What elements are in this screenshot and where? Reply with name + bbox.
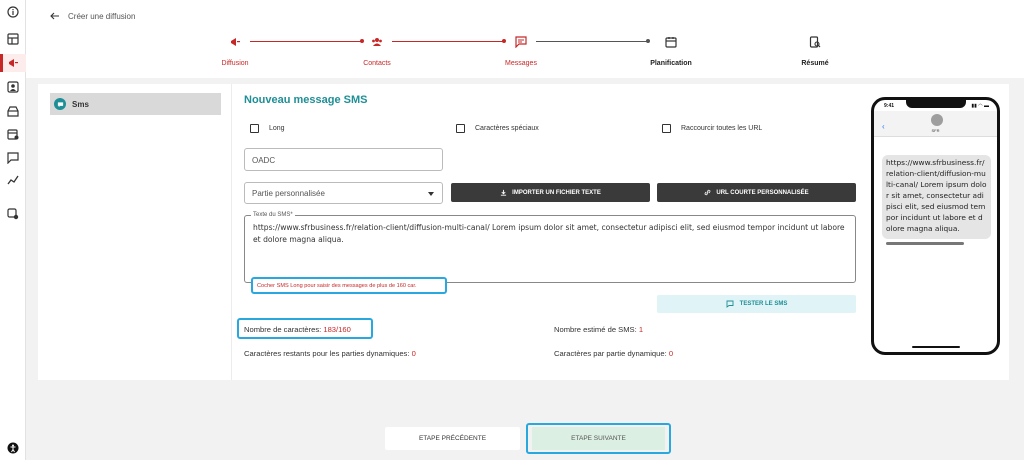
step-planification[interactable]: Planification: [641, 34, 701, 67]
step-resume[interactable]: Résumé: [785, 34, 845, 67]
checkbox-box[interactable]: [250, 124, 259, 133]
caret-down-icon: [428, 192, 434, 196]
checkbox-label: Caractères spéciaux: [475, 125, 539, 132]
back-link[interactable]: Créer une diffusion: [50, 11, 135, 21]
channel-list: Sms: [38, 84, 232, 380]
remaining-chars: Caractères restants pour les parties dyn…: [244, 349, 416, 358]
sms-bubble: https://www.sfrbusiness.fr/relation-clie…: [882, 155, 991, 239]
custom-short-url-button[interactable]: URL COURTE PERSONNALISÉE: [657, 183, 856, 202]
phone-contact-name: SFR: [931, 128, 940, 133]
remaining-value: 0: [411, 349, 416, 358]
next-step-button[interactable]: ETAPE SUIVANTE: [532, 427, 665, 450]
oadc-placeholder: OADC: [252, 156, 276, 165]
step-label: Résumé: [801, 60, 829, 67]
checkbox-long[interactable]: Long: [250, 124, 285, 133]
accessibility-icon[interactable]: [5, 440, 21, 456]
contact-card-icon[interactable]: [5, 79, 21, 95]
per-part-value: 0: [668, 349, 674, 358]
avatar: [931, 114, 943, 126]
phone-conversation-header: ‹ SFR: [874, 111, 997, 137]
calendar-icon: [663, 34, 679, 50]
next-step-highlight: ETAPE SUIVANTE: [526, 423, 671, 454]
channel-item-sms[interactable]: Sms: [50, 93, 221, 115]
long-sms-warning: Cocher SMS Long pour saisir des messages…: [251, 277, 447, 294]
phone-time: 9:41: [884, 103, 895, 109]
sms-text-value[interactable]: https://www.sfrbusiness.fr/relation-clie…: [253, 222, 847, 246]
checkbox-label: Long: [269, 125, 285, 132]
textarea-label: Texte du SMS*: [251, 212, 295, 218]
url-button-label: URL COURTE PERSONNALISÉE: [716, 189, 809, 196]
sms-estimate-label: Nombre estimé de SMS:: [554, 325, 639, 334]
chat-icon: [726, 300, 734, 308]
char-count: Nombre de caractères: 183/160: [244, 325, 351, 334]
per-part-label: Caractères par partie dynamique:: [554, 349, 669, 358]
left-rail: [0, 0, 26, 460]
step-connector: [392, 41, 504, 42]
step-messages[interactable]: Messages: [491, 34, 551, 67]
custom-part-select[interactable]: Partie personnalisée: [244, 182, 443, 204]
calendar-settings-icon[interactable]: [5, 126, 21, 142]
remaining-label: Caractères restants pour les parties dyn…: [244, 349, 412, 358]
summary-icon: [807, 34, 823, 50]
sms-icon: [54, 98, 66, 110]
checkbox-label: Raccourcir toutes les URL: [681, 125, 763, 132]
step-label: Messages: [505, 60, 537, 67]
previous-step-button[interactable]: ETAPE PRÉCÉDENTE: [385, 427, 520, 450]
step-contacts[interactable]: Contacts: [347, 34, 407, 67]
char-count-value: 183/160: [323, 325, 351, 334]
inbox-icon[interactable]: [5, 103, 21, 119]
phone-notch: [906, 100, 966, 108]
contacts-icon: [369, 34, 385, 50]
step-diffusion[interactable]: Diffusion: [205, 34, 265, 67]
phone-status-icons: ▮▮ ◠ ▬: [971, 103, 989, 109]
settings-icon[interactable]: [5, 206, 21, 222]
sms-text-area[interactable]: Texte du SMS* https://www.sfrbusiness.fr…: [244, 212, 856, 283]
arrow-left-icon: [50, 12, 59, 20]
analytics-icon[interactable]: [5, 172, 21, 188]
form-title: Nouveau message SMS: [244, 94, 368, 106]
chat-icon[interactable]: [5, 150, 21, 166]
megaphone-icon[interactable]: [5, 55, 21, 71]
step-label: Contacts: [363, 60, 391, 67]
sms-estimate: Nombre estimé de SMS: 1: [554, 325, 643, 334]
select-value: Partie personnalisée: [252, 189, 325, 198]
message-icon: [513, 34, 529, 50]
info-icon[interactable]: [5, 4, 21, 20]
page-header: Créer une diffusion Diffusion Contacts M…: [26, 0, 1024, 78]
home-indicator: [912, 346, 960, 348]
test-sms-button[interactable]: TESTER LE SMS: [657, 295, 856, 313]
megaphone-icon: [227, 34, 243, 50]
checkbox-shorten-urls[interactable]: Raccourcir toutes les URL: [662, 124, 762, 133]
step-connector: [250, 41, 362, 42]
chars-per-part: Caractères par partie dynamique: 0: [554, 349, 673, 358]
message-editor-panel: Sms Nouveau message SMS Long Caractères …: [38, 84, 1009, 380]
test-button-label: TESTER LE SMS: [739, 301, 788, 307]
dashboard-icon[interactable]: [5, 31, 21, 47]
bubble-scrollbar: [886, 242, 964, 245]
phone-preview: 9:41 ▮▮ ◠ ▬ ‹ SFR https://www.sfrbusines…: [871, 97, 1000, 355]
sms-estimate-value: 1: [638, 325, 644, 334]
char-count-label: Nombre de caractères:: [244, 325, 324, 334]
page-title: Créer une diffusion: [68, 11, 136, 21]
oadc-field[interactable]: OADC: [244, 148, 443, 171]
step-label: Diffusion: [221, 60, 249, 67]
import-button-label: IMPORTER UN FICHIER TEXTE: [512, 189, 601, 196]
download-icon: [501, 189, 507, 196]
step-label: Planification: [650, 60, 692, 67]
channel-label: Sms: [72, 99, 89, 109]
import-text-file-button[interactable]: IMPORTER UN FICHIER TEXTE: [451, 183, 650, 202]
checkbox-box[interactable]: [662, 124, 671, 133]
step-connector: [536, 41, 648, 42]
checkbox-box[interactable]: [456, 124, 465, 133]
checkbox-special-chars[interactable]: Caractères spéciaux: [456, 124, 539, 133]
link-icon: [704, 189, 711, 196]
